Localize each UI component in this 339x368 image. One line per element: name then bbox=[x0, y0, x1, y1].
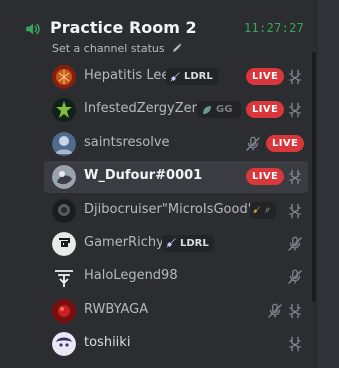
muted-mic-icon bbox=[268, 303, 282, 318]
speaker-icon bbox=[26, 23, 40, 35]
avatar bbox=[52, 131, 76, 156]
muted-mic-icon bbox=[288, 236, 302, 251]
voice-user-row[interactable]: Djibocruiser"MicroIsGood" bbox=[44, 195, 308, 227]
username: HaloLegend98 bbox=[84, 268, 178, 284]
streamer-mode-icon bbox=[289, 303, 301, 319]
clock-readout: 11:27:27 bbox=[244, 21, 305, 35]
voice-user-row[interactable]: toshiiki bbox=[44, 328, 308, 360]
leaf-icon bbox=[203, 105, 211, 114]
guild-tag-label: LDRL bbox=[184, 71, 213, 82]
guild-tag[interactable] bbox=[250, 201, 276, 219]
channel-status-label: Set a channel status bbox=[52, 42, 165, 55]
guild-tag[interactable]: GG bbox=[197, 101, 241, 119]
scrollbar[interactable] bbox=[312, 52, 316, 302]
voice-user-row[interactable]: saintsresolve LIVE bbox=[44, 128, 308, 160]
voice-user-row[interactable]: RWBYAGA bbox=[44, 295, 308, 327]
sword-icon bbox=[170, 72, 180, 81]
guild-tag-label: LDRL bbox=[180, 237, 209, 249]
muted-mic-icon bbox=[288, 269, 302, 285]
avatar bbox=[52, 332, 76, 357]
chat-area-edge bbox=[318, 0, 339, 368]
live-badge[interactable]: LIVE bbox=[246, 68, 285, 85]
streamer-mode-icon bbox=[289, 69, 301, 85]
voice-user-list: Hepatitis Lee LDRL LIVE InfestedZergyZer… bbox=[44, 61, 308, 362]
avatar bbox=[52, 165, 76, 190]
voice-user-row[interactable]: InfestedZergyZerg GG LIVE bbox=[44, 94, 308, 126]
avatar bbox=[52, 231, 76, 256]
set-channel-status[interactable]: Set a channel status bbox=[52, 42, 183, 55]
streamer-mode-icon bbox=[289, 336, 301, 352]
channel-name[interactable]: Practice Room 2 bbox=[50, 18, 197, 37]
voice-user-row[interactable]: GamerRichy LDRL bbox=[44, 228, 308, 260]
avatar bbox=[52, 65, 76, 89]
sword-icon bbox=[253, 206, 260, 214]
avatar bbox=[52, 298, 76, 323]
streamer-mode-icon bbox=[289, 169, 301, 185]
live-badge[interactable]: LIVE bbox=[246, 101, 285, 119]
voice-user-row[interactable]: Hepatitis Lee LDRL LIVE bbox=[44, 61, 308, 93]
guild-tag[interactable]: LDRL bbox=[162, 234, 214, 252]
pencil-icon bbox=[173, 43, 182, 52]
username: W_Dufour#0001 bbox=[84, 168, 203, 184]
muted-mic-icon bbox=[264, 207, 271, 213]
voice-user-row[interactable]: HaloLegend98 bbox=[44, 261, 308, 293]
username: Djibocruiser"MicroIsGood" bbox=[84, 201, 254, 217]
username: saintsresolve bbox=[84, 134, 170, 150]
username: GamerRichy bbox=[84, 234, 164, 250]
avatar bbox=[52, 265, 76, 290]
voice-user-row[interactable]: W_Dufour#0001 LIVE bbox=[44, 161, 308, 194]
live-badge[interactable]: LIVE bbox=[266, 134, 305, 152]
streamer-mode-icon bbox=[289, 203, 301, 218]
guild-tag[interactable]: LDRL bbox=[166, 68, 218, 85]
avatar bbox=[52, 198, 76, 223]
guild-tag-label: GG bbox=[216, 104, 233, 116]
avatar bbox=[52, 98, 76, 123]
username: toshiiki bbox=[84, 335, 131, 351]
sword-icon bbox=[166, 238, 176, 248]
streamer-mode-icon bbox=[289, 102, 301, 118]
username: RWBYAGA bbox=[84, 301, 149, 317]
muted-mic-icon bbox=[246, 136, 260, 151]
live-badge[interactable]: LIVE bbox=[246, 168, 285, 186]
username: Hepatitis Lee bbox=[84, 68, 170, 83]
username: InfestedZergyZerg bbox=[84, 101, 206, 117]
